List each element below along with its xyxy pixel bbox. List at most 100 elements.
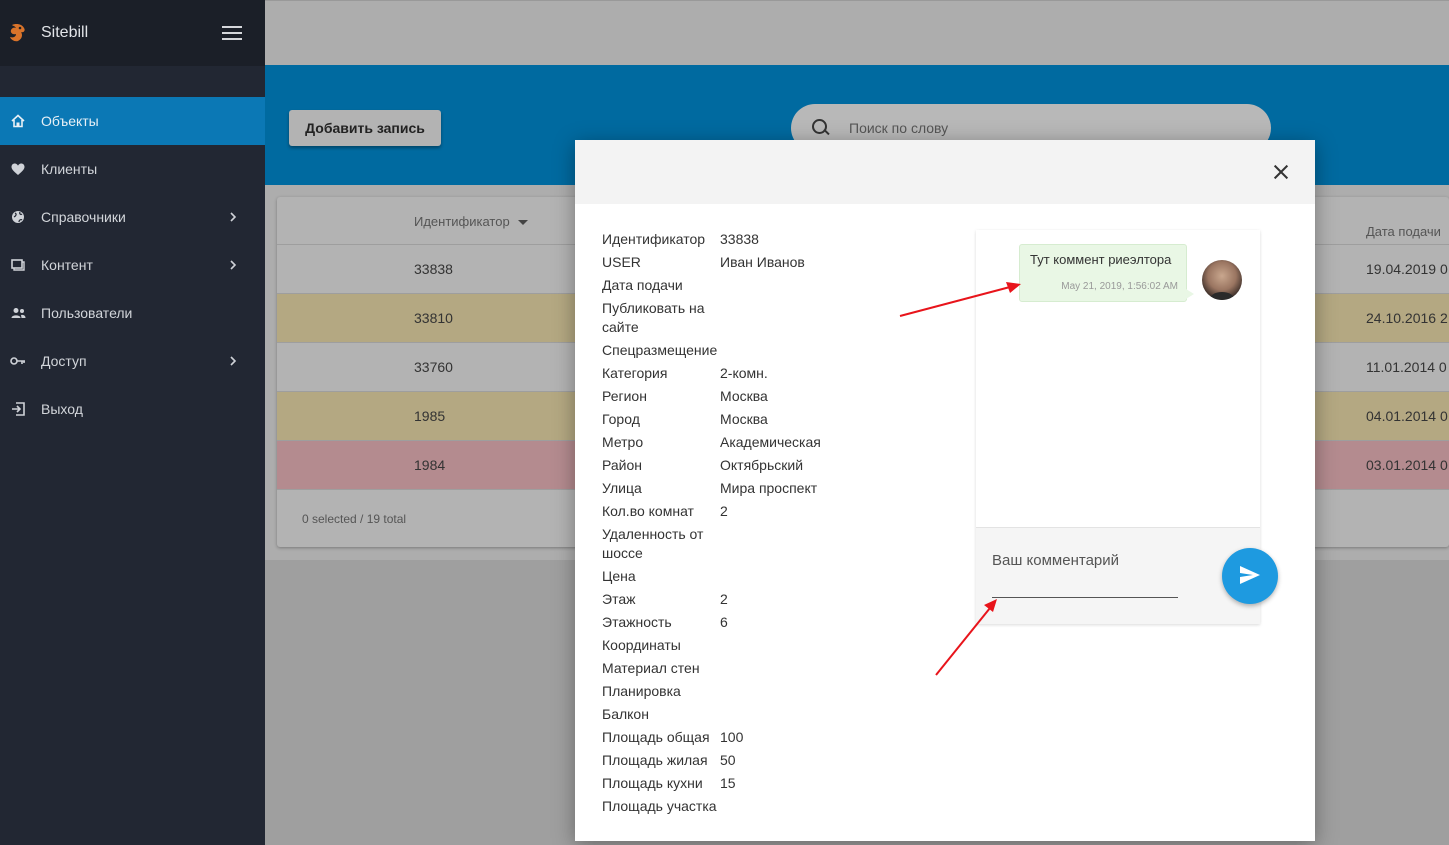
field-label: Удаленность от шоссе (602, 526, 704, 561)
field-row: Площадь жилая 50 (602, 751, 902, 770)
home-icon (10, 113, 26, 129)
exit-icon (10, 401, 26, 417)
field-label: USER (602, 254, 641, 270)
chevron-right-icon (229, 353, 237, 369)
field-label: Кол.во комнат (602, 503, 694, 519)
field-row: Цена (602, 567, 902, 586)
field-value: 50 (720, 752, 736, 768)
field-value: 2 (720, 503, 728, 519)
field-label: Спецразмещение (602, 342, 718, 358)
field-row: Площадь участка (602, 797, 902, 816)
field-row: Этажность 6 (602, 613, 902, 632)
heart-icon (10, 161, 26, 177)
chevron-right-icon (229, 209, 237, 225)
field-label: Улица (602, 480, 642, 496)
sidebar-item-content[interactable]: Контент (0, 241, 265, 289)
users-icon (10, 305, 26, 321)
menu-toggle-icon[interactable] (222, 26, 242, 40)
field-row: Идентификатор 33838 (602, 230, 902, 249)
field-value: Москва (720, 411, 768, 427)
sidebar-item-objects[interactable]: Объекты (0, 97, 265, 145)
cell-id: 33838 (414, 261, 453, 277)
field-label: Идентификатор (602, 231, 706, 247)
brand-name: Sitebill (41, 24, 89, 41)
sidebar-item-clients[interactable]: Клиенты (0, 145, 265, 193)
sidebar-nav: Объекты Клиенты Справочники Контент Поль… (0, 97, 265, 433)
field-row: Этаж 2 (602, 590, 902, 609)
field-value: 2-комн. (720, 365, 768, 381)
field-label: Площадь жилая (602, 752, 708, 768)
column-header-id[interactable]: Идентификатор (414, 214, 528, 229)
sidebar-item-label: Выход (41, 401, 83, 417)
send-button[interactable] (1222, 548, 1278, 604)
field-row: Метро Академическая (602, 433, 902, 452)
table-footer-status: 0 selected / 19 total (302, 512, 407, 526)
sidebar-item-users[interactable]: Пользователи (0, 289, 265, 337)
sidebar-item-label: Клиенты (41, 161, 98, 177)
content-icon (10, 257, 26, 273)
globe-icon (10, 209, 26, 225)
cell-id: 1984 (414, 457, 446, 473)
field-row: Город Москва (602, 410, 902, 429)
modal-header (575, 140, 1315, 204)
field-label: Площадь кухни (602, 775, 703, 791)
comments-panel: Тут коммент риеэлтора May 21, 2019, 1:56… (976, 230, 1278, 624)
field-label: Балкон (602, 706, 649, 722)
record-modal: Идентификатор 33838 USER Иван Иванов Дата … (575, 140, 1315, 841)
send-icon (1239, 565, 1261, 588)
field-value: Октябрьский (720, 457, 804, 473)
cell-date: 04.01.2014 0 (1366, 408, 1448, 424)
field-label: Район (602, 457, 642, 473)
message-text: Тут коммент риеэлтора (1030, 252, 1172, 267)
field-row: Материал стен (602, 659, 902, 678)
field-row: Площадь кухни 15 (602, 774, 902, 793)
chevron-right-icon (229, 257, 237, 273)
message-timestamp: May 21, 2019, 1:56:02 AM (1061, 281, 1178, 292)
field-label: Публиковать на сайте (602, 300, 705, 335)
field-label: Координаты (602, 637, 681, 653)
sidebar-item-access[interactable]: Доступ (0, 337, 265, 385)
field-label: Этажность (602, 614, 672, 630)
field-label: Материал стен (602, 660, 700, 676)
field-row: Регион Москва (602, 387, 902, 406)
comment-composer (976, 528, 1278, 624)
message-list: Тут коммент риеэлтора May 21, 2019, 1:56… (976, 230, 1260, 528)
field-label: Этаж (602, 591, 636, 607)
field-row: Улица Мира проспект (602, 479, 902, 498)
field-row: Публиковать на сайте (602, 299, 902, 337)
sidebar-item-label: Справочники (41, 209, 126, 225)
sidebar-item-label: Контент (41, 257, 93, 273)
cell-id: 33810 (414, 310, 453, 326)
sidebar-item-label: Объекты (41, 113, 99, 129)
field-row: Кол.во комнат 2 (602, 502, 902, 521)
search-input[interactable] (849, 120, 1229, 136)
field-label: Цена (602, 568, 636, 584)
field-row: Координаты (602, 636, 902, 655)
field-value: 15 (720, 775, 736, 791)
field-value: Иван Иванов (720, 254, 805, 270)
field-row: Планировка (602, 682, 902, 701)
column-header-date[interactable]: Дата подачи (1366, 224, 1441, 239)
field-row: USER Иван Иванов (602, 253, 902, 272)
cell-date: 24.10.2016 2 (1366, 310, 1448, 326)
close-icon[interactable] (1273, 164, 1289, 180)
record-fields: Идентификатор 33838 USER Иван Иванов Дата … (602, 230, 902, 820)
field-value: Мира проспект (720, 480, 818, 496)
field-row: Спецразмещение (602, 341, 902, 360)
add-record-button[interactable]: Добавить запись (289, 110, 441, 146)
field-row: Район Октябрьский (602, 456, 902, 475)
field-label: Регион (602, 388, 647, 404)
field-label: Метро (602, 434, 644, 450)
comment-input[interactable] (992, 546, 1178, 598)
cell-date: 11.01.2014 0 (1366, 359, 1447, 375)
field-value: 100 (720, 729, 744, 745)
sidebar-item-label: Пользователи (41, 305, 133, 321)
top-bar (265, 0, 1449, 65)
sort-down-icon (517, 220, 528, 226)
sidebar-item-directories[interactable]: Справочники (0, 193, 265, 241)
field-row: Балкон (602, 705, 902, 724)
cell-date: 19.04.2019 0 (1366, 261, 1448, 277)
field-value: 2 (720, 591, 728, 607)
column-header-label: Идентификатор (414, 214, 510, 229)
sidebar-item-logout[interactable]: Выход (0, 385, 265, 433)
